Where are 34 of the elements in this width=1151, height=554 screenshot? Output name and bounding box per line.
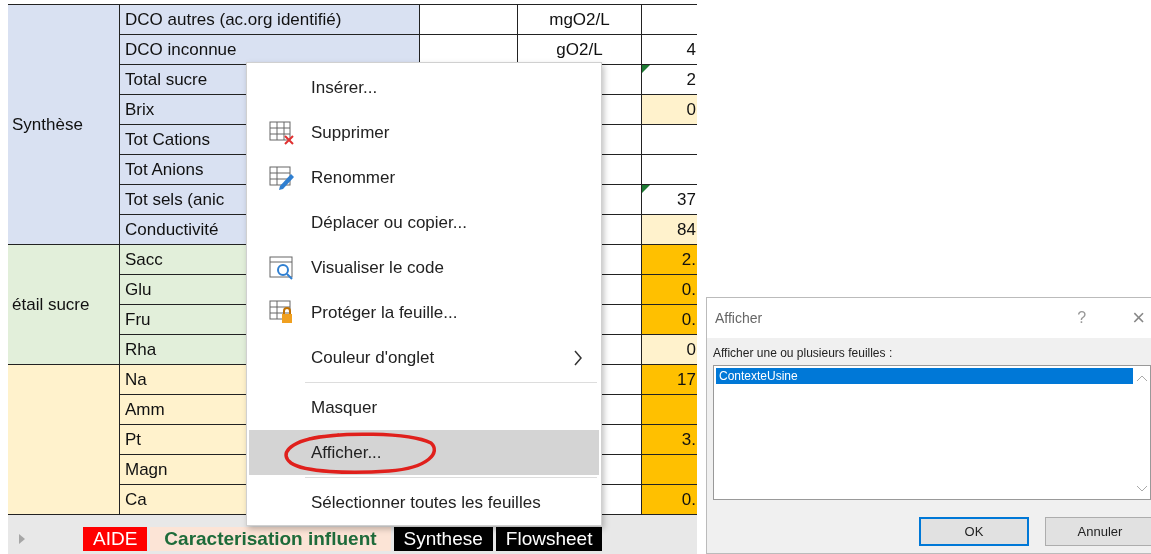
sheet-list[interactable]: ContexteUsine xyxy=(713,365,1151,500)
ok-button[interactable]: OK xyxy=(919,517,1029,546)
field-label: Afficher une ou plusieurs feuilles : xyxy=(713,346,894,360)
table-cell: 0. xyxy=(642,275,697,305)
table-cell: DCO inconnue xyxy=(120,35,420,65)
dialog-title: Afficher xyxy=(715,310,764,326)
table-cell: 2. xyxy=(642,245,697,275)
cancel-button[interactable]: Annuler xyxy=(1045,517,1151,546)
table-cell: 0 xyxy=(642,335,697,365)
magnifier-icon xyxy=(269,255,295,281)
group-cell: étail sucre xyxy=(8,245,120,365)
list-item[interactable]: ContexteUsine xyxy=(716,368,1133,384)
sheet-tab[interactable]: AIDE xyxy=(83,527,148,551)
table-cell: mgO2/L xyxy=(518,5,642,35)
table-cell: DCO autres (ac.org identifié) xyxy=(120,5,420,35)
table-cell: 0. xyxy=(642,485,697,515)
table-cell: 0 xyxy=(642,95,697,125)
sheet-tab[interactable]: Flowsheet xyxy=(495,527,603,551)
table-lock-icon xyxy=(269,300,295,326)
scroll-down-icon xyxy=(1135,485,1148,493)
table-cell: 17 xyxy=(642,365,697,395)
table-pencil-icon xyxy=(269,165,295,191)
table-cell: 4 xyxy=(642,35,697,65)
table-cell: 0. xyxy=(642,305,697,335)
scroll-left-icon xyxy=(18,533,26,545)
scroll-up-icon xyxy=(1135,374,1148,382)
table-delete-icon xyxy=(269,120,295,146)
group-cell: Synthèse xyxy=(8,5,120,245)
table-cell: 3. xyxy=(642,425,697,455)
menu-item[interactable]: Afficher... xyxy=(249,430,599,476)
sheet-tab[interactable]: Caracterisation influent xyxy=(150,527,391,551)
sheet-tab[interactable]: Synthese xyxy=(393,527,493,551)
table-cell: 84 xyxy=(642,215,697,245)
close-button[interactable]: × xyxy=(1132,305,1145,331)
